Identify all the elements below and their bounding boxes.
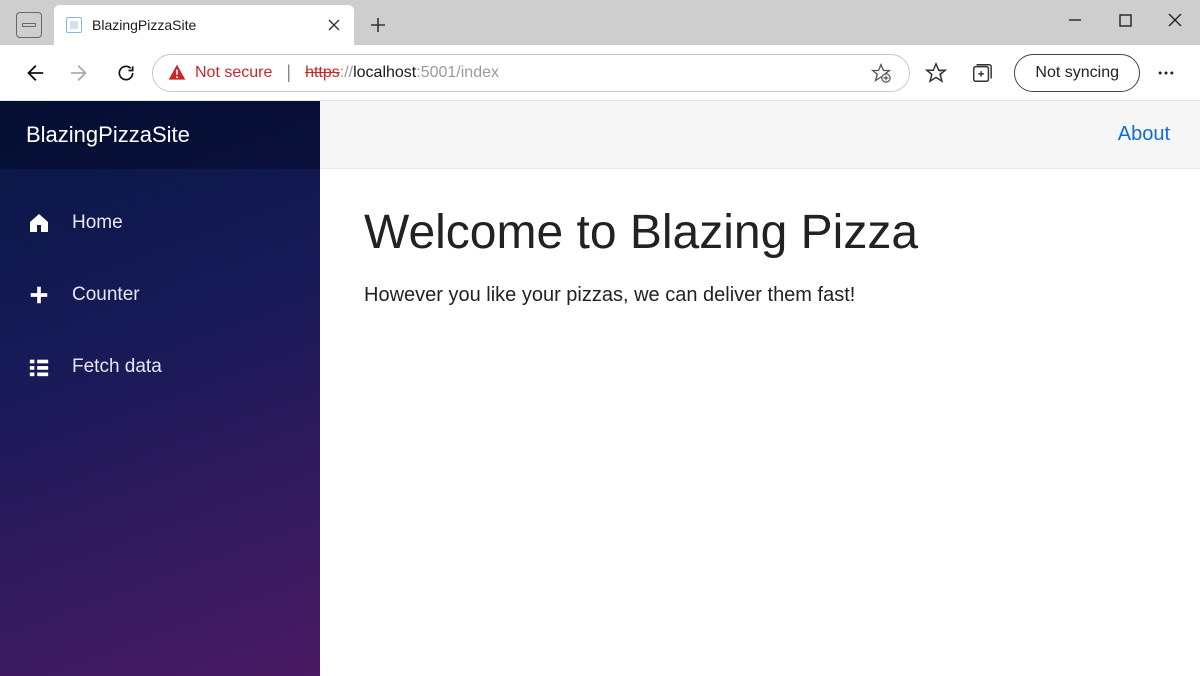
sidebar-item-fetch-data[interactable]: Fetch data — [0, 331, 320, 403]
sidebar-item-label: Counter — [72, 284, 140, 306]
titlebar: BlazingPizzaSite — [0, 0, 1200, 45]
favicon-icon — [66, 17, 82, 33]
page-subheading: However you like your pizzas, we can del… — [364, 284, 1156, 307]
favorites-button[interactable] — [916, 53, 956, 93]
url-text: https://localhost:5001/index — [305, 64, 499, 82]
sidebar-item-counter[interactable]: Counter — [0, 259, 320, 331]
tab-title: BlazingPizzaSite — [92, 17, 316, 33]
sidebar-item-home[interactable]: Home — [0, 187, 320, 259]
content: About Welcome to Blazing Pizza However y… — [320, 101, 1200, 676]
window-controls — [1050, 0, 1200, 40]
separator: | — [286, 62, 291, 83]
more-menu-button[interactable] — [1146, 53, 1186, 93]
sidebar: BlazingPizzaSite Home Counter Fetch data — [0, 101, 320, 676]
close-window-button[interactable] — [1150, 0, 1200, 40]
back-button[interactable] — [14, 53, 54, 93]
sidebar-nav: Home Counter Fetch data — [0, 169, 320, 403]
security-warning[interactable]: Not secure — [167, 63, 272, 83]
page-heading: Welcome to Blazing Pizza — [364, 205, 1156, 260]
topbar: About — [320, 101, 1200, 169]
browser-toolbar: Not secure | https://localhost:5001/inde… — [0, 45, 1200, 101]
address-bar[interactable]: Not secure | https://localhost:5001/inde… — [152, 54, 910, 92]
sidebar-brand-label: BlazingPizzaSite — [26, 122, 190, 148]
about-link[interactable]: About — [1118, 123, 1170, 146]
forward-button[interactable] — [60, 53, 100, 93]
sync-label: Not syncing — [1035, 64, 1119, 82]
security-warning-label: Not secure — [195, 64, 272, 82]
refresh-button[interactable] — [106, 53, 146, 93]
list-icon — [26, 354, 52, 380]
new-tab-button[interactable] — [360, 7, 396, 43]
page: BlazingPizzaSite Home Counter Fetch data — [0, 101, 1200, 676]
browser-tab[interactable]: BlazingPizzaSite — [54, 5, 354, 45]
maximize-button[interactable] — [1100, 0, 1150, 40]
sync-button[interactable]: Not syncing — [1014, 54, 1140, 92]
tab-actions-button[interactable] — [16, 12, 42, 38]
home-icon — [26, 210, 52, 236]
sidebar-item-label: Fetch data — [72, 356, 162, 378]
warning-icon — [167, 63, 187, 83]
sidebar-brand[interactable]: BlazingPizzaSite — [0, 101, 320, 169]
collections-button[interactable] — [962, 53, 1002, 93]
close-tab-button[interactable] — [326, 17, 342, 33]
minimize-button[interactable] — [1050, 0, 1100, 40]
main: Welcome to Blazing Pizza However you lik… — [320, 169, 1200, 343]
plus-icon — [26, 282, 52, 308]
add-favorite-icon[interactable] — [867, 59, 895, 87]
sidebar-item-label: Home — [72, 212, 123, 234]
